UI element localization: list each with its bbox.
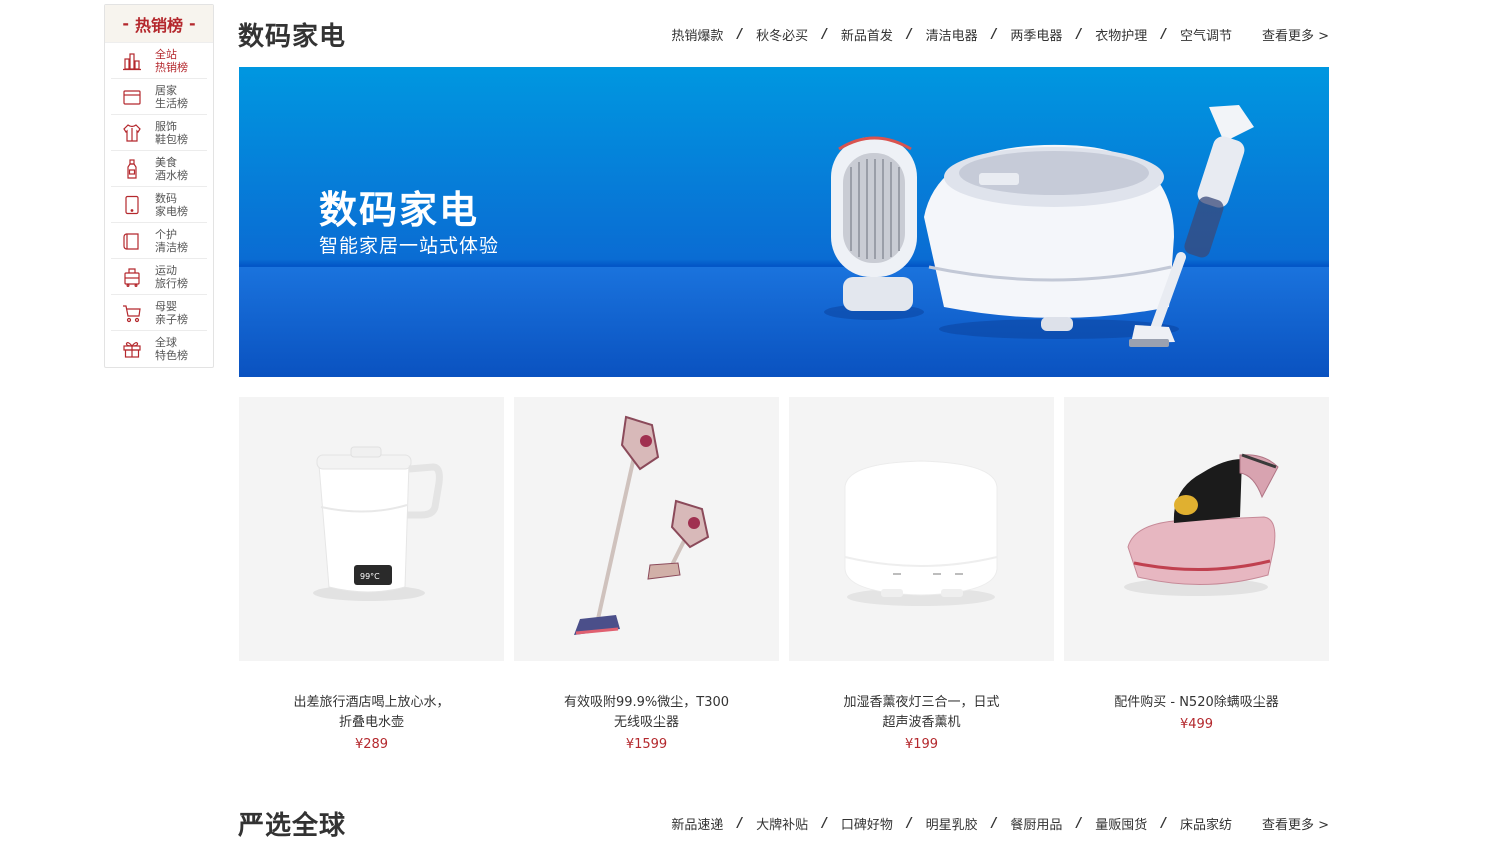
section-header-digital: 数码家电 热销爆款 / 秋冬必买 / 新品首发 / 清洁电器 / 两季电器 / 衣物护理 / 空气调节 查… [238,16,1329,53]
product-image-kettle[interactable]: 99°C [239,397,504,661]
suitcase-icon [121,266,143,288]
banner-title: 数码家电 [319,188,480,232]
stroller-icon [121,302,143,324]
product-card-4[interactable]: 配件购买 - N520除螨吸尘器 ¥499 [1064,397,1329,732]
bar-chart-icon [121,50,143,72]
sidebar-item-label: 美食 酒水榜 [155,155,188,182]
sidebar-item-2[interactable]: 服饰 鞋包榜 [111,115,207,151]
mite-vacuum-image [1124,453,1279,596]
phone-icon [121,194,143,216]
sidebar-item-1[interactable]: 居家 生活榜 [111,79,207,115]
banner-subtitle: 智能家居一站式体验 [319,235,500,257]
bottle-icon [121,158,143,180]
sidebar-item-5[interactable]: 个护 清洁榜 [111,223,207,259]
title-dash-right: - [189,14,196,33]
category-link[interactable]: 量贩囤货 [1095,814,1147,833]
nav-separator: / [1076,816,1082,831]
nav-separator: / [1161,27,1166,42]
product-price: ¥199 [904,737,939,752]
sidebar-item-label: 个护 清洁榜 [155,227,188,254]
sidebar-item-label: 全球 特色榜 [155,336,188,362]
nav-separator: / [1076,27,1082,42]
shirt-icon [121,122,143,144]
category-link[interactable]: 衣物护理 [1095,25,1147,44]
category-link[interactable]: 大牌补贴 [756,814,808,833]
nav-separator: / [991,816,997,831]
sidebar-item-3[interactable]: 美食 酒水榜 [111,151,207,187]
sidebar-item-4[interactable]: 数码 家电榜 [111,187,207,223]
category-link[interactable]: 新品速递 [671,814,723,833]
nav-separator: / [822,27,827,42]
category-link[interactable]: 空气调节 [1180,25,1232,44]
gift-icon [121,338,143,360]
view-more-link[interactable]: 查看更多 > [1262,25,1329,44]
title-dash-left: - [122,14,129,33]
nav-separator: / [991,27,997,42]
towel-icon [121,230,143,252]
nav-separator: / [822,816,827,831]
sidebar-item-8[interactable]: 全球 特色榜 [111,331,207,367]
nav-separator: / [737,27,743,42]
kettle-image: 99°C [313,446,443,601]
sidebar-item-label: 母婴 亲子榜 [155,299,188,326]
category-link[interactable]: 清洁电器 [926,25,978,44]
category-link[interactable]: 餐厨用品 [1010,814,1062,833]
product-card-1[interactable]: 99°C 出差旅行酒店喝上放心水， 折叠电水壶 ¥289 [239,397,504,752]
sidebar-item-0[interactable]: 全站 热销榜 [111,43,207,79]
appliances-illustration [824,105,1254,347]
section-header-global: 严选全球 新品速递 / 大牌补贴 / 口碑好物 / 明星乳胶 / 餐厨用品 / 量贩囤货 / 床品家纺 查… [238,805,1329,842]
product-image-diffuser[interactable] [789,397,1054,661]
product-name[interactable]: 出差旅行酒店喝上放心水， 折叠电水壶 [239,693,504,733]
ranking-title-text: 热销榜 [134,15,183,35]
sidebar-item-label: 服饰 鞋包榜 [155,119,188,146]
diffuser-image [844,460,998,606]
product-price: ¥289 [354,737,389,752]
category-nav: 新品速递 / 大牌补贴 / 口碑好物 / 明星乳胶 / 餐厨用品 / 量贩囤货 / 床品家纺 查看更多 > [671,814,1329,833]
category-link[interactable]: 两季电器 [1010,25,1062,44]
category-link[interactable]: 热销爆款 [671,25,723,44]
stick-vacuum-image [574,415,710,635]
view-more-link[interactable]: 查看更多 > [1262,814,1329,833]
product-name[interactable]: 加湿香薰夜灯三合一，日式 超声波香薰机 [789,693,1054,733]
sidebar-item-label: 居家 生活榜 [155,83,188,110]
category-link[interactable]: 明星乳胶 [926,814,978,833]
category-link[interactable]: 床品家纺 [1180,814,1232,833]
svg-text:99°C: 99°C [360,572,380,581]
sidebar-item-7[interactable]: 母婴 亲子榜 [111,295,207,331]
section-title: 数码家电 [238,22,347,52]
promo-banner[interactable]: 数码家电 智能家居一站式体验 [239,67,1329,377]
section-title: 严选全球 [238,811,347,841]
product-name[interactable]: 有效吸附99.9%微尘，T300 无线吸尘器 [514,693,779,733]
product-card-3[interactable]: 加湿香薰夜灯三合一，日式 超声波香薰机 ¥199 [789,397,1054,752]
nav-separator: / [1161,816,1166,831]
nav-separator: / [906,27,912,42]
sidebar-item-label: 数码 家电榜 [155,191,188,218]
ranking-title: - 热销榜 - [105,5,213,43]
category-nav: 热销爆款 / 秋冬必买 / 新品首发 / 清洁电器 / 两季电器 / 衣物护理 / 空气调节 查看更多 > [671,25,1329,44]
category-link[interactable]: 秋冬必买 [756,25,808,44]
sidebar-item-label: 运动 旅行榜 [155,263,188,290]
category-link[interactable]: 新品首发 [841,25,893,44]
home-appliance-icon [121,86,143,108]
sidebar-item-label: 全站 热销榜 [155,47,188,74]
nav-separator: / [906,816,912,831]
ranking-sidebar: - 热销榜 - 全站 热销榜 居家 生活榜 服饰 鞋包榜 美食 酒水榜 数码 家电榜 个护… [104,4,214,368]
sidebar-item-6[interactable]: 运动 旅行榜 [111,259,207,295]
product-name[interactable]: 配件购买 - N520除螨吸尘器 [1064,693,1329,713]
product-card-2[interactable]: 有效吸附99.9%微尘，T300 无线吸尘器 ¥1599 [514,397,779,752]
product-price: ¥499 [1179,717,1214,732]
product-image-stick-vacuum[interactable] [514,397,779,661]
nav-separator: / [737,816,743,831]
product-price: ¥1599 [625,737,668,752]
category-link[interactable]: 口碑好物 [841,814,893,833]
ranking-list: 全站 热销榜 居家 生活榜 服饰 鞋包榜 美食 酒水榜 数码 家电榜 个护 清洁榜 运动 旅… [105,43,213,367]
product-image-mite-vacuum[interactable] [1064,397,1329,661]
